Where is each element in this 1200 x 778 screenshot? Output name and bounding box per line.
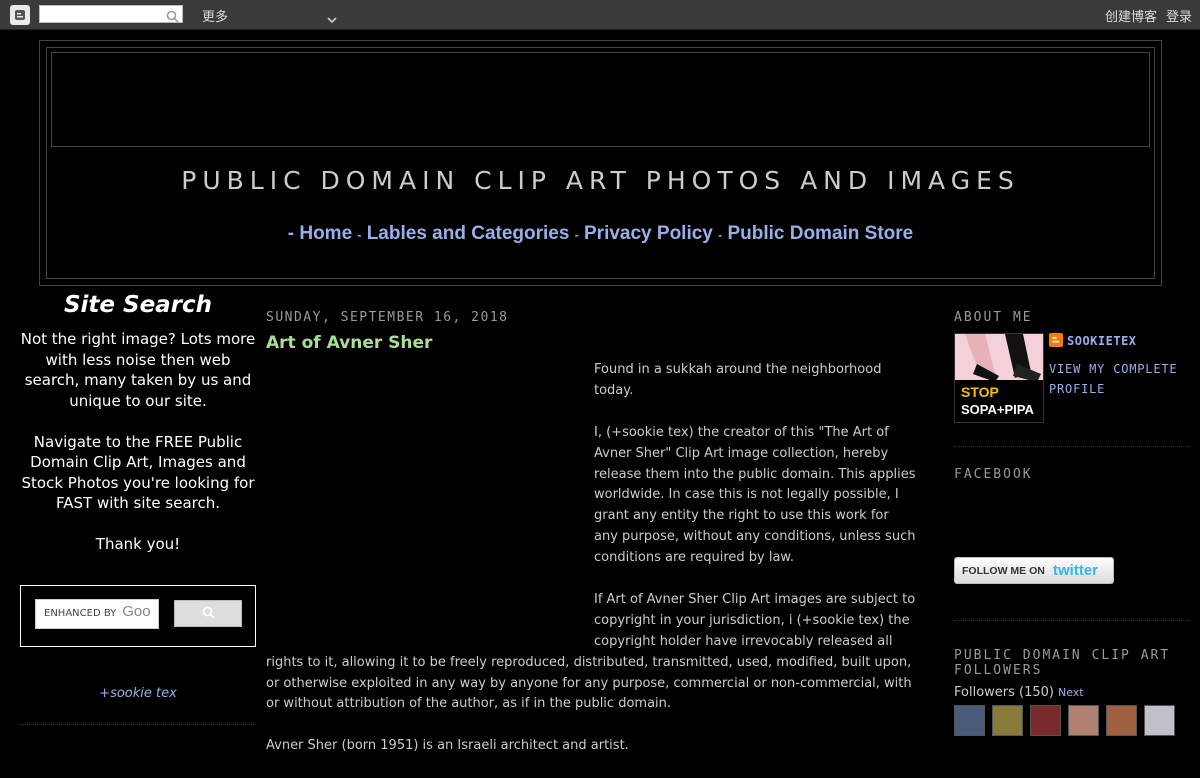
twitter-logo-text: twitter: [1053, 562, 1098, 579]
follower-avatar[interactable]: [1144, 705, 1175, 736]
google-custom-search: ENHANCED BY Goo: [20, 585, 256, 647]
followers-label: Followers (150): [954, 685, 1054, 700]
nav-privacy-link[interactable]: Privacy Policy: [584, 223, 713, 244]
header-banner: [51, 52, 1150, 147]
site-title[interactable]: PUBLIC DOMAIN CLIP ART PHOTOS AND IMAGES: [46, 166, 1155, 195]
nav-home-link[interactable]: Home: [299, 223, 352, 244]
profile-name: SOOKIETEX: [1067, 334, 1137, 348]
nav-separator: -: [718, 228, 723, 242]
followers-next-link[interactable]: Next: [1058, 686, 1084, 699]
nav-separator: -: [574, 228, 579, 242]
profile-avatar[interactable]: STOP SOPA+PIPA: [954, 333, 1044, 423]
navbar-account-links: 创建博客 登录: [1096, 6, 1192, 25]
follower-avatars: [954, 705, 1190, 738]
post-title[interactable]: Art of Avner Sher: [266, 333, 916, 353]
left-sidebar: Site Search Not the right image? Lots mo…: [18, 290, 258, 725]
blogger-icon: [1049, 333, 1063, 347]
blogger-navbar: 更多 创建博客 登录: [0, 0, 1200, 30]
post-body: Found in a sukkah around the neighborhoo…: [266, 360, 916, 757]
google-search-input[interactable]: ENHANCED BY Goo: [35, 599, 159, 629]
profile-name-link[interactable]: SOOKIETEX: [1049, 333, 1137, 348]
search-icon: [202, 604, 215, 623]
google-search-button[interactable]: [174, 600, 242, 627]
create-blog-link[interactable]: 创建博客: [1105, 10, 1157, 25]
header-nav: - Home - Lables and Categories - Privacy…: [46, 223, 1155, 245]
enhanced-by-label: ENHANCED BY: [44, 608, 117, 619]
navbar-more-menu[interactable]: 更多: [202, 6, 228, 25]
site-search-description: Not the right image? Lots more with less…: [18, 329, 258, 555]
post-paragraph: Avner Sher (born 1951) is an Israeli arc…: [266, 738, 629, 754]
navbar-search-input[interactable]: [43, 9, 167, 26]
stop-text: STOP: [961, 384, 999, 400]
nav-prefix: -: [287, 223, 295, 244]
view-profile-link[interactable]: VIEW MY COMPLETE PROFILE: [1049, 359, 1189, 399]
author-profile-link[interactable]: +sookie tex: [18, 686, 258, 701]
nav-labels-link[interactable]: Lables and Categories: [367, 223, 570, 244]
facebook-title: FACEBOOK: [954, 467, 1033, 482]
sopa-pipa-text: SOPA+PIPA: [961, 402, 1034, 417]
main-content: SUNDAY, SEPTEMBER 16, 2018 Art of Avner …: [266, 300, 916, 778]
divider: [954, 620, 1190, 621]
site-search-thanks: Thank you!: [95, 535, 181, 553]
follower-avatar[interactable]: [954, 705, 985, 736]
login-link[interactable]: 登录: [1166, 10, 1192, 25]
follower-avatar[interactable]: [1106, 705, 1137, 736]
follower-avatar[interactable]: [1030, 705, 1061, 736]
about-me-title: ABOUT ME: [954, 310, 1033, 325]
legs-illustration: [955, 334, 1043, 384]
google-brand-label: Goo: [122, 603, 151, 620]
site-search-para: Navigate to the FREE Public Domain Clip …: [21, 432, 255, 513]
twitter-follow-button[interactable]: FOLLOW ME ON twitter: [954, 557, 1114, 584]
followers-title: PUBLIC DOMAIN CLIP ART FOLLOWERS: [954, 648, 1171, 678]
right-sidebar: ABOUT ME STOP SOPA+PIPA SOOKIETEX VIEW M…: [954, 300, 1190, 736]
nav-store-link[interactable]: Public Domain Store: [727, 223, 913, 244]
chevron-down-icon[interactable]: [327, 9, 337, 28]
navbar-search[interactable]: [39, 5, 183, 26]
nav-separator: -: [357, 228, 362, 242]
blogger-logo-icon[interactable]: [10, 5, 30, 25]
divider: [20, 724, 256, 725]
twitter-follow-text: FOLLOW ME ON: [962, 565, 1045, 577]
site-search-title: Site Search: [63, 292, 213, 318]
site-search-para: Not the right image? Lots more with less…: [20, 330, 256, 410]
post-image-placeholder: [266, 360, 594, 645]
followers-count: Followers (150) Next: [954, 685, 1084, 700]
post-date: SUNDAY, SEPTEMBER 16, 2018: [266, 310, 509, 325]
follower-avatar[interactable]: [992, 705, 1023, 736]
search-icon[interactable]: [166, 8, 179, 27]
divider: [954, 446, 1190, 447]
follower-avatar[interactable]: [1068, 705, 1099, 736]
